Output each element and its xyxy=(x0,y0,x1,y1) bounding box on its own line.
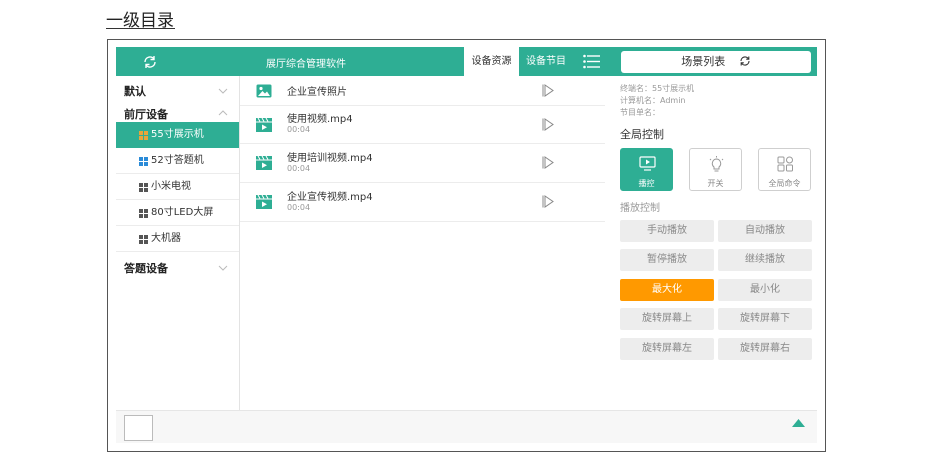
auto-play-button[interactable]: 自动播放 xyxy=(718,220,812,242)
resource-file-list: 企业宣传照片 使用视频.mp4 00:04 使用培训视频.mp4 00:04 企… xyxy=(240,76,605,410)
group-quiz-devices[interactable]: 答题设备 xyxy=(124,260,168,276)
device-label: 小米电视 xyxy=(151,181,191,192)
device-label: 52寸答题机 xyxy=(151,155,204,166)
file-name: 使用视频.mp4 xyxy=(287,114,353,125)
manual-play-button[interactable]: 手动播放 xyxy=(620,220,714,242)
grid-icon xyxy=(777,156,793,172)
top-bar: 展厅综合管理软件 设备资源 设备节目 场景列表 xyxy=(116,47,817,76)
minimize-button[interactable]: 最小化 xyxy=(718,279,812,301)
global-command-button[interactable]: 全局命令 xyxy=(758,148,811,191)
rotate-down-button[interactable]: 旋转屏幕下 xyxy=(718,308,812,330)
chevron-down-icon[interactable] xyxy=(218,88,228,94)
file-duration: 00:04 xyxy=(287,203,311,212)
group-front-hall[interactable]: 前厅设备 xyxy=(124,106,168,122)
device-label: 55寸展示机 xyxy=(151,129,204,140)
play-control-button[interactable]: 播控 xyxy=(620,148,673,191)
chevron-up-icon[interactable] xyxy=(218,110,228,116)
file-duration: 00:04 xyxy=(287,164,311,173)
list-item[interactable]: 企业宣传照片 xyxy=(240,76,605,106)
rotate-right-button[interactable]: 旋转屏幕右 xyxy=(718,338,812,360)
windows-icon xyxy=(139,131,148,140)
windows-icon xyxy=(139,209,148,218)
device-item-52-quiz[interactable]: 52寸答题机 xyxy=(116,148,239,174)
list-menu-icon[interactable] xyxy=(583,54,600,69)
power-switch-label: 开关 xyxy=(707,179,724,188)
video-icon xyxy=(256,118,272,132)
program-list-name: 节目单名： xyxy=(620,108,660,117)
play-control-label: 播控 xyxy=(638,179,655,188)
playback-control-title: 播放控制 xyxy=(620,203,660,214)
global-control-title: 全局控制 xyxy=(620,128,664,141)
rotate-left-button[interactable]: 旋转屏幕左 xyxy=(620,338,714,360)
triangle-up-icon[interactable] xyxy=(792,419,805,427)
bottom-toggle-box[interactable] xyxy=(124,415,153,441)
play-icon[interactable] xyxy=(542,195,554,208)
tab-device-programs[interactable]: 设备节目 xyxy=(521,47,571,76)
image-icon xyxy=(256,84,272,98)
list-item[interactable]: 企业宣传视频.mp4 00:04 xyxy=(240,183,605,222)
file-name: 企业宣传照片 xyxy=(287,87,347,98)
device-label: 80寸LED大屏 xyxy=(151,207,214,218)
power-switch-button[interactable]: 开关 xyxy=(689,148,742,191)
video-icon xyxy=(256,195,272,209)
play-icon[interactable] xyxy=(542,84,554,97)
scene-refresh-icon xyxy=(740,56,750,66)
windows-icon xyxy=(139,183,148,192)
play-icon[interactable] xyxy=(542,118,554,131)
chevron-down-icon[interactable] xyxy=(218,265,228,271)
terminal-name: 终端名：55寸展示机 xyxy=(620,84,695,93)
resume-play-button[interactable]: 继续播放 xyxy=(718,249,812,271)
bottom-bar xyxy=(116,410,817,443)
play-icon[interactable] xyxy=(542,156,554,169)
list-item[interactable]: 使用视频.mp4 00:04 xyxy=(240,106,605,144)
device-item-55-display[interactable]: 55寸展示机 xyxy=(116,122,239,148)
list-item[interactable]: 使用培训视频.mp4 00:04 xyxy=(240,144,605,183)
device-item-big-machine[interactable]: 大机器 xyxy=(116,226,239,252)
monitor-icon xyxy=(639,156,656,171)
app-window: 展厅综合管理软件 设备资源 设备节目 场景列表 默认 前厅设备 55寸展示机 5… xyxy=(116,47,817,443)
windows-icon xyxy=(139,235,148,244)
scene-list-button[interactable]: 场景列表 xyxy=(621,51,811,73)
file-name: 使用培训视频.mp4 xyxy=(287,153,373,164)
device-label: 大机器 xyxy=(151,233,181,244)
tab-device-resources[interactable]: 设备资源 xyxy=(464,47,519,76)
scene-list-label: 场景列表 xyxy=(681,55,726,68)
video-icon xyxy=(256,156,272,170)
bulb-icon xyxy=(709,156,724,172)
maximize-button[interactable]: 最大化 xyxy=(620,279,714,301)
file-duration: 00:04 xyxy=(287,125,311,134)
device-sidebar: 默认 前厅设备 55寸展示机 52寸答题机 小米电视 80寸LED大屏 大机器 … xyxy=(116,76,240,410)
device-item-80-led[interactable]: 80寸LED大屏 xyxy=(116,200,239,226)
pause-play-button[interactable]: 暂停播放 xyxy=(620,249,714,271)
app-title: 展厅综合管理软件 xyxy=(266,59,346,70)
rotate-up-button[interactable]: 旋转屏幕上 xyxy=(620,308,714,330)
group-default[interactable]: 默认 xyxy=(124,83,146,99)
control-panel: 终端名：55寸展示机 计算机名：Admin 节目单名： 全局控制 播控 开关 全… xyxy=(605,76,817,410)
file-name: 企业宣传视频.mp4 xyxy=(287,192,373,203)
device-item-mi-tv[interactable]: 小米电视 xyxy=(116,174,239,200)
global-command-label: 全局命令 xyxy=(768,179,801,188)
refresh-icon[interactable] xyxy=(142,54,158,70)
windows-icon xyxy=(139,157,148,166)
heading-underline xyxy=(106,28,175,29)
computer-name: 计算机名：Admin xyxy=(620,96,686,105)
